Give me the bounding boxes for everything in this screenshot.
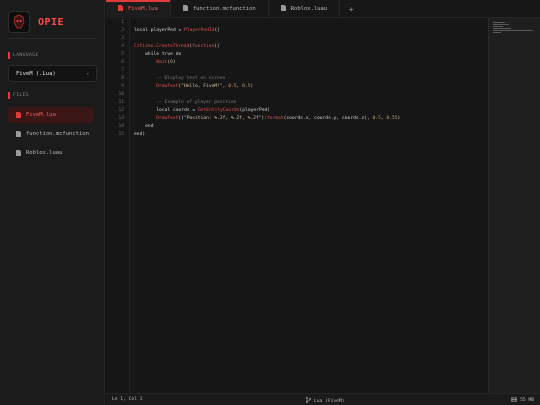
code-text: DrawText("Hello, FiveM!", 0.5, 0.5) <box>156 84 254 89</box>
language-select-value: FiveM (.Lua) <box>16 70 56 77</box>
file-item-roblox[interactable]: Roblox.luau <box>8 145 94 161</box>
code-text: Wait(0) <box>156 60 176 65</box>
code-line[interactable]: 8 -- Display text on screen <box>106 75 488 83</box>
tab-function[interactable]: function.mcfunction <box>171 0 269 18</box>
file-item-label: function.mcfunction <box>26 131 89 137</box>
minimap-line <box>493 30 533 31</box>
code-text: -- Display text on screen <box>156 76 226 81</box>
tab-bar: FiveM.lua function.mcfunction Roblox.lua… <box>106 0 540 18</box>
line-number: 6 <box>121 60 124 65</box>
file-item-fivem[interactable]: FiveM.lua <box>8 107 94 123</box>
language-select[interactable]: FiveM (.Lua) ▾ <box>8 65 97 82</box>
minimap-line <box>493 32 501 33</box>
code-text: local coords = GetEntityCoords(playerPed… <box>156 108 271 113</box>
line-number: 4 <box>121 44 124 49</box>
code-text: local playerPed = PlayerPedId() <box>134 28 221 33</box>
status-bar: Ln 1, Col 1 Lua (FiveM) 55 MB <box>106 393 540 405</box>
sidebar: OPIE LANGUAGE FiveM (.Lua) ▾ FILES FiveM… <box>0 0 105 405</box>
files-section-label: FILES <box>8 91 29 99</box>
memory-status: 55 MB <box>511 397 534 404</box>
line-number: 3 <box>121 36 124 41</box>
code-line[interactable]: 14 end <box>106 123 488 131</box>
tab-fivem[interactable]: FiveM.lua <box>106 0 171 18</box>
minimap-line <box>493 26 503 27</box>
line-number: 13 <box>118 116 124 121</box>
brand: OPIE <box>8 11 64 33</box>
file-icon <box>16 112 21 118</box>
tab-label: FiveM.lua <box>128 6 158 12</box>
minimap-line <box>493 24 509 25</box>
minimap-line <box>493 28 511 29</box>
tab-label: function.mcfunction <box>192 6 256 12</box>
add-tab-button[interactable]: + <box>340 0 362 18</box>
file-item-function[interactable]: function.mcfunction <box>8 126 94 142</box>
code-line[interactable]: 15 end) <box>106 131 488 139</box>
code-text: end <box>145 124 154 129</box>
code-line[interactable]: 10 <box>106 91 488 99</box>
code-line[interactable]: 5 while true do <box>106 51 488 59</box>
code-text: Citizen.CreateThread(function() <box>134 44 220 49</box>
line-number: 5 <box>121 52 124 57</box>
code-text: while true do <box>145 52 182 57</box>
code-line[interactable]: 11 -- Example of player position <box>106 99 488 107</box>
language-status-label: Lua (FiveM) <box>314 398 345 404</box>
code-line[interactable]: 7 <box>106 67 488 75</box>
code-line[interactable]: 13 DrawText(("Position: %.2f, %.2f, %.2f… <box>106 115 488 123</box>
app-name: OPIE <box>38 16 65 28</box>
branch-icon <box>305 396 312 405</box>
memory-icon <box>511 397 518 404</box>
line-number: 14 <box>118 124 124 129</box>
code-editor[interactable]: 1 2 local playerPed = PlayerPedId() 3 4 Citiz… <box>106 18 488 393</box>
minimap-line <box>493 22 505 23</box>
line-number: 1 <box>121 20 124 25</box>
line-number: 9 <box>121 84 124 89</box>
language-section-label: LANGUAGE <box>8 51 39 59</box>
chevron-down-icon: ▾ <box>86 71 89 76</box>
code-text: end) <box>134 132 146 137</box>
minimap[interactable] <box>488 18 540 393</box>
tab-label: Roblox.luau <box>290 6 328 12</box>
language-status[interactable]: Lua (FiveM) <box>305 396 345 405</box>
code-line[interactable]: 3 <box>106 35 488 43</box>
code-line[interactable]: 9 DrawText("Hello, FiveM!", 0.5, 0.5) <box>106 83 488 91</box>
code-line[interactable]: 2 local playerPed = PlayerPedId() <box>106 27 488 35</box>
file-icon <box>16 150 21 156</box>
line-number: 15 <box>118 132 124 137</box>
cursor-position: Ln 1, Col 1 <box>112 397 143 402</box>
memory-label: 55 MB <box>520 398 534 403</box>
file-icon <box>280 5 286 13</box>
line-number: 8 <box>121 76 124 81</box>
tab-roblox[interactable]: Roblox.luau <box>269 0 341 18</box>
line-number: 2 <box>121 28 124 33</box>
file-item-label: Roblox.luau <box>26 150 63 156</box>
code-text: DrawText(("Position: %.2f, %.2f, %.2f"):… <box>156 116 401 121</box>
file-icon <box>118 5 123 13</box>
code-text: -- Example of player position <box>156 100 237 105</box>
line-number: 11 <box>118 100 124 105</box>
file-item-label: FiveM.lua <box>26 112 56 118</box>
code-line[interactable]: 12 local coords = GetEntityCoords(player… <box>106 107 488 115</box>
code-line[interactable]: 6 Wait(0) <box>106 59 488 67</box>
file-icon <box>16 131 21 137</box>
line-number: 12 <box>118 108 124 113</box>
file-icon <box>182 5 188 13</box>
line-number: 7 <box>121 68 124 73</box>
code-line[interactable]: 4 Citizen.CreateThread(function() <box>106 43 488 51</box>
line-number: 10 <box>118 92 124 97</box>
logo-icon <box>8 11 30 33</box>
code-line[interactable]: 1 <box>106 19 488 27</box>
divider <box>8 38 97 39</box>
